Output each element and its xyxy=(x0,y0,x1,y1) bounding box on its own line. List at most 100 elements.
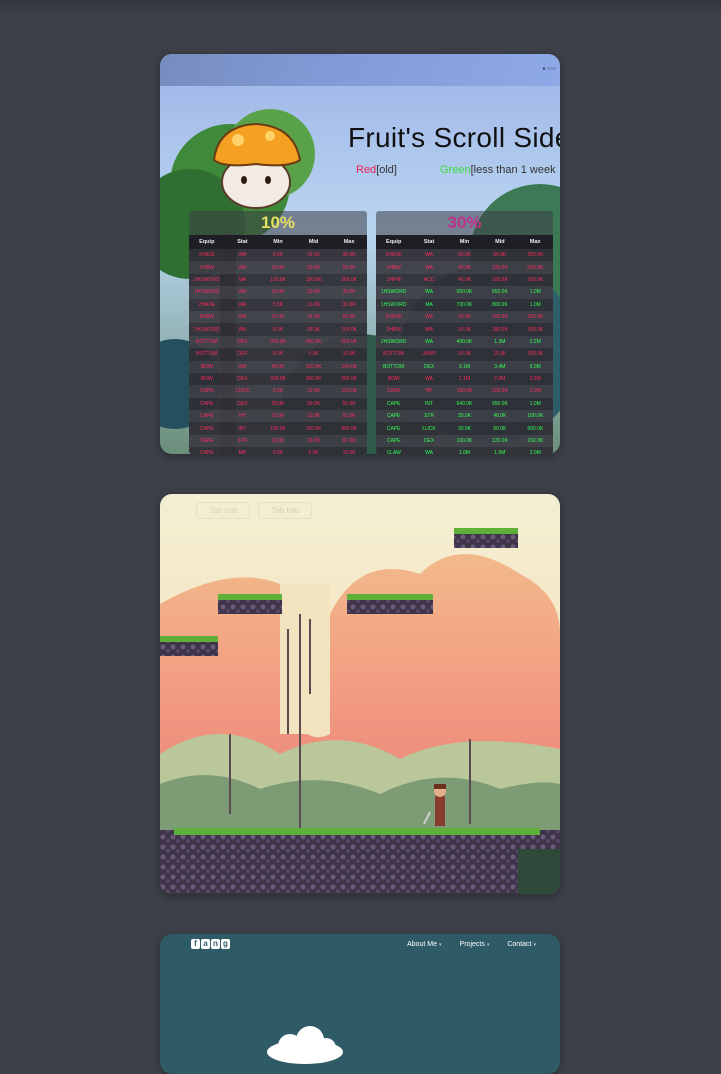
table-cell: 1.0M xyxy=(517,397,553,411)
table-cell: 150.0K xyxy=(517,434,553,448)
logo-letter: g xyxy=(221,939,230,949)
table-cell: 2HBW xyxy=(189,310,225,324)
table-cell: 850.0K xyxy=(482,286,518,299)
table-cell: 20.0K xyxy=(260,397,296,411)
table-row: 1HSWORD WA 10.0K 20.0K 30.0K xyxy=(189,286,367,299)
table-cell: 5.0K xyxy=(260,385,296,398)
table-cell: CAPE xyxy=(376,397,412,411)
table-row: CLAW WA 1.0M 1.5M 2.0M xyxy=(376,447,553,454)
table-row: CAPE LUCK 5.0K 10.0K 120.0K xyxy=(189,385,367,398)
table-cell: 100.0K xyxy=(446,434,483,448)
table-cell: 150.0K xyxy=(446,385,483,398)
table-cell: 10.0K xyxy=(260,286,296,299)
column-header: Mid xyxy=(295,235,332,249)
table-cell: 5.0K xyxy=(260,348,296,361)
scroll-price-table-30: Equip Stat Min Mid Max 1HAXE WA 50.0K 55.0K 250.… xyxy=(376,235,553,454)
table-cell: WA xyxy=(411,335,447,349)
table-row: BOW DEX 300.0K 350.0K 500.0K xyxy=(189,372,367,386)
table-row: 2HSWORD MA 150.0K 150.0K 200.0K xyxy=(189,273,367,287)
table-cell: 5.0K xyxy=(260,298,296,311)
table-row: 1HPM ACC 40.0K 100.0K 300.0K xyxy=(376,273,553,287)
table-row: CAPE STR 10.0K 30.0K 60.0K xyxy=(189,434,367,448)
table-cell: 500.0K xyxy=(331,372,367,386)
legend-green: Green[less than 1 week xyxy=(440,164,556,176)
header-strip xyxy=(160,54,560,86)
table-cell: 500.0K xyxy=(517,261,553,274)
table-header-row: Equip Stat Min Mid Max xyxy=(376,235,553,249)
table-row: CAPE INT 640.0K 950.0K 1.0M xyxy=(376,397,553,411)
table-cell: 1.5M xyxy=(482,447,518,454)
table-cell: 150.0K xyxy=(260,273,296,287)
table-cell: 50.0K xyxy=(331,397,367,411)
project-card-scroll-sidebar[interactable]: ● ○○○ Fruit's Scroll Side Red[old] Green… xyxy=(160,54,560,454)
table-cell: 300.0K xyxy=(260,335,296,349)
table-cell: 50.0K xyxy=(482,422,518,435)
table-cell: 120.0K xyxy=(482,434,518,448)
table-row: CAPE HP 10.0K 10.0K 50.0K xyxy=(189,410,367,423)
site-logo[interactable]: f a n g xyxy=(191,939,230,949)
column-header: Stat xyxy=(411,235,447,249)
table-cell: 150.0K xyxy=(295,422,332,435)
table-row: 2HSWORD WA 5.0K 30.0K 100.0K xyxy=(189,323,367,336)
table-cell: 3.4M xyxy=(482,360,518,373)
project-card-platformer-game[interactable]: Tab one Tab two xyxy=(160,494,560,894)
table-cell: 2HAXE xyxy=(189,298,225,311)
logo-letter: a xyxy=(201,939,210,949)
table-row: 2HSWORD WA 400.0K 1.2M 2.2M xyxy=(376,335,553,349)
table-cell: 10.0K xyxy=(331,447,367,454)
table-row: 1HSWORD WA 650.0K 850.0K 1.0M xyxy=(376,286,553,299)
table-cell: 150.0K xyxy=(482,310,518,324)
table-cell: 1HAXE xyxy=(376,249,412,262)
table-cell: 5.0K xyxy=(260,323,296,336)
ghost-tab: Tab one xyxy=(196,502,251,519)
column-header: Min xyxy=(446,235,483,249)
table-cell: 2HBW xyxy=(376,323,412,336)
table-cell: WA xyxy=(411,286,447,299)
logo-letter: n xyxy=(211,939,220,949)
page-title: Fruit's Scroll Side xyxy=(348,122,560,153)
table-cell: BOW xyxy=(189,372,225,386)
table-cell: CAPE xyxy=(189,434,225,448)
project-card-portfolio[interactable]: f a n g About Me ▾ Projects ▾ Contact ▾ xyxy=(160,934,560,1074)
table-row: CAPE INT 100.0K 150.0K 400.0K xyxy=(189,422,367,435)
table-cell: 3.1M xyxy=(446,360,483,373)
table-cell: 10.0K xyxy=(295,410,332,423)
browser-top-bar xyxy=(0,0,721,18)
table-cell: WA xyxy=(411,249,447,262)
table-cell: 55.0K xyxy=(482,249,518,262)
table-row: CAPE STR 30.0K 40.0K 100.0K xyxy=(376,410,553,423)
table-cell: 30.0K xyxy=(295,323,332,336)
nav-contact[interactable]: Contact ▾ xyxy=(507,941,536,948)
cloud-icon xyxy=(267,1026,343,1064)
panel-title: 30% xyxy=(447,213,482,232)
table-cell: HP xyxy=(411,385,447,398)
nav-projects[interactable]: Projects ▾ xyxy=(460,941,490,948)
table-cell: 400.0K xyxy=(331,422,367,435)
table-cell: WA xyxy=(224,261,261,274)
table-row: 2HAXE WA 5.0K 10.0K 30.0K xyxy=(189,298,367,311)
table-cell: WA xyxy=(224,360,261,373)
table-cell: 30.0K xyxy=(295,261,332,274)
table-cell: 40.0K xyxy=(446,261,483,274)
nav-label: Contact xyxy=(507,941,532,948)
table-cell: 600.0K xyxy=(517,422,553,435)
ground-platform xyxy=(160,830,560,894)
table-cell: 1.2M xyxy=(482,335,518,349)
site-nav: About Me ▾ Projects ▾ Contact ▾ xyxy=(407,941,536,948)
table-cell: 300.0K xyxy=(260,372,296,386)
table-cell: WA xyxy=(411,447,447,454)
nav-about-me[interactable]: About Me ▾ xyxy=(407,941,441,948)
table-cell: CAPE xyxy=(189,410,225,423)
chevron-down-icon: ▾ xyxy=(486,942,490,948)
table-cell: 2.2M xyxy=(517,335,553,349)
table-row: 1HSWORD MA 700.0K 800.0K 1.0M xyxy=(376,298,553,311)
legend-green-desc: [less than 1 week xyxy=(470,164,556,176)
table-cell: 1HSWORD xyxy=(376,298,412,311)
table-cell: 2HSWORD xyxy=(189,323,225,336)
table-cell: CAPE xyxy=(189,447,225,454)
table-cell: LUCK xyxy=(411,422,447,435)
table-cell: BOTTOM xyxy=(376,348,412,361)
scroll-price-table-10: Equip Stat Min Mid Max 1HAXE WA 5.0K 15.0K 30.0K… xyxy=(189,235,367,454)
table-cell: 5.0K xyxy=(260,447,296,454)
table-cell: MA xyxy=(411,298,447,311)
